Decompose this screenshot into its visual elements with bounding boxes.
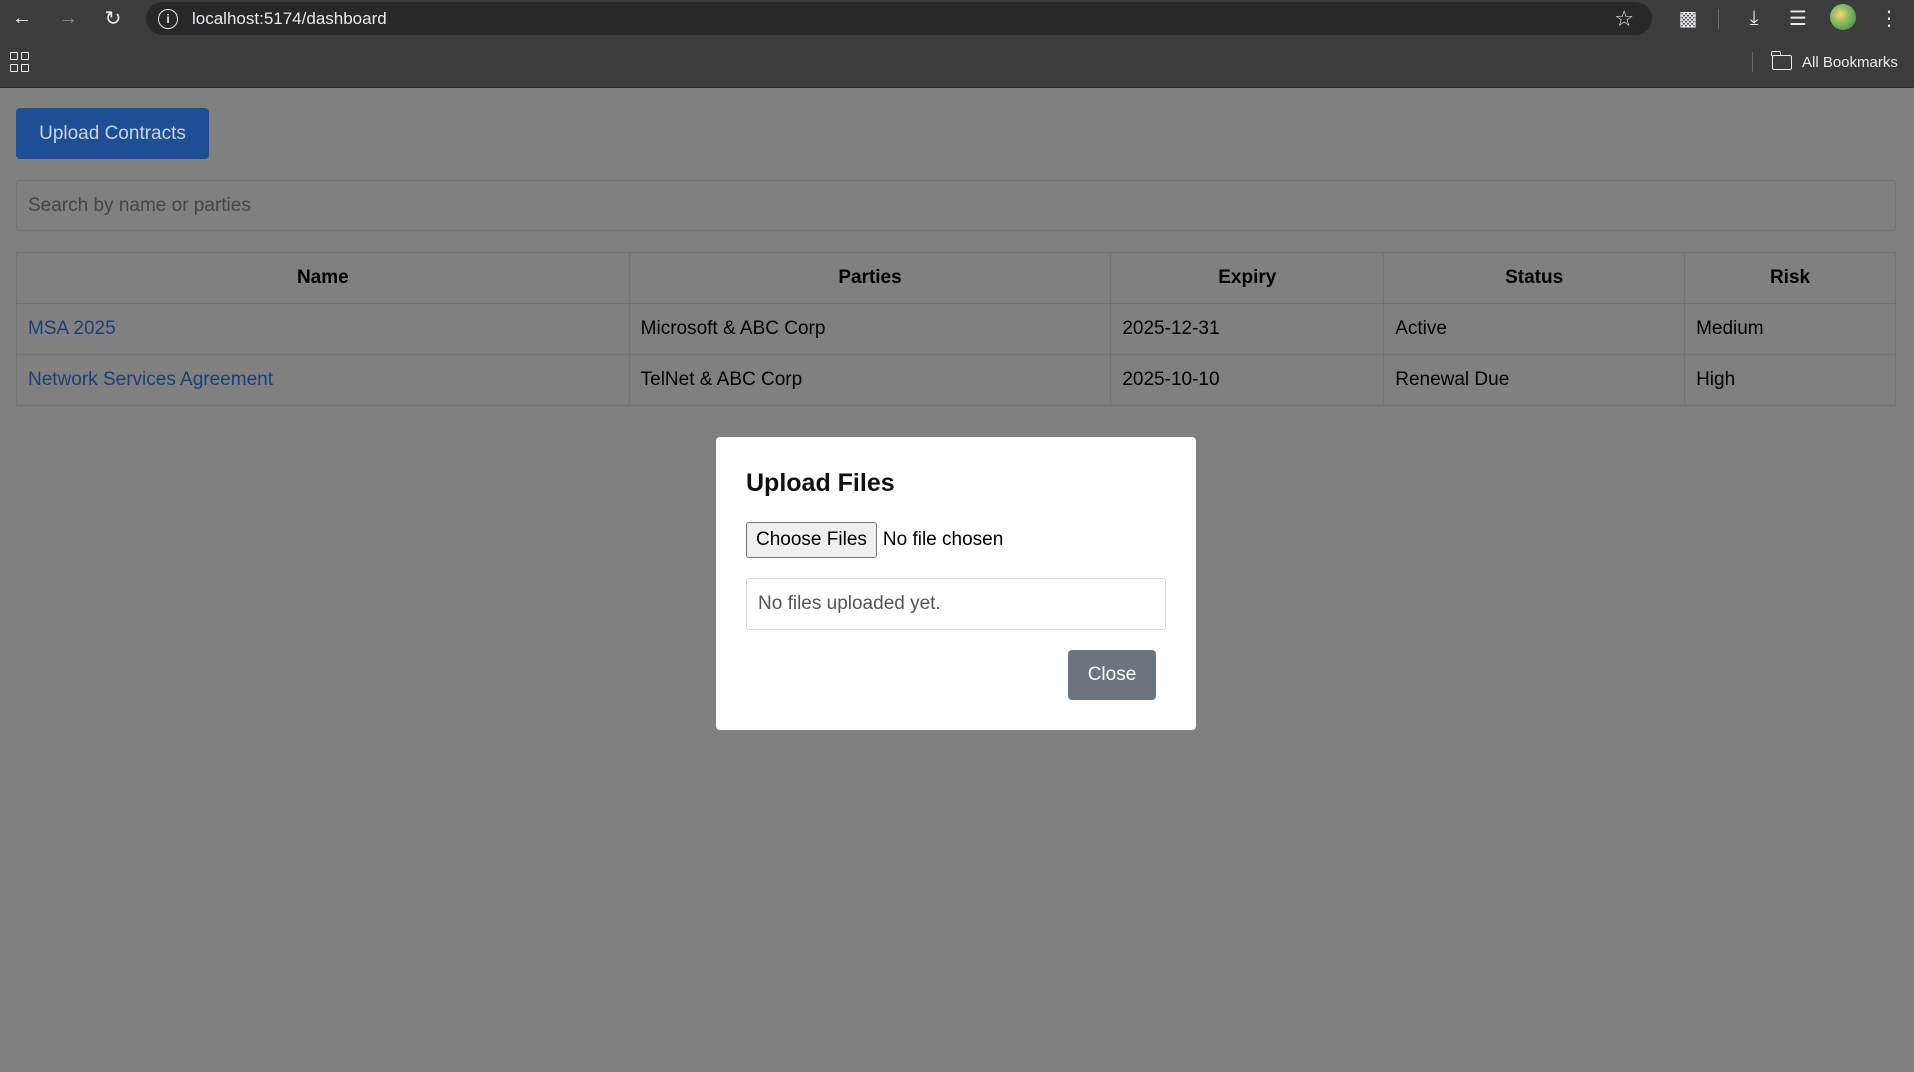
address-bar[interactable]: i localhost:5174/dashboard ☆	[146, 2, 1652, 35]
table-row: Network Services Agreement TelNet & ABC …	[16, 354, 1896, 406]
bookmark-star-icon[interactable]: ☆	[1614, 6, 1634, 32]
cell-name: Network Services Agreement	[16, 354, 630, 406]
column-header-expiry: Expiry	[1110, 252, 1385, 304]
menu-icon[interactable]: ⋮	[1869, 0, 1909, 36]
table-row: MSA 2025 Microsoft & ABC Corp 2025-12-31…	[16, 303, 1896, 355]
reload-icon[interactable]: ↻	[91, 0, 135, 36]
download-icon[interactable]: ⤓	[1734, 0, 1774, 36]
browser-toolbar: ← → ↻ i localhost:5174/dashboard ☆ ▩ ⤓ ☰…	[0, 0, 1914, 36]
column-header-parties: Parties	[628, 252, 1112, 304]
url-text[interactable]: localhost:5174/dashboard	[192, 9, 387, 29]
bookmarks-bar: All Bookmarks	[0, 36, 1914, 88]
cell-status: Active	[1383, 303, 1686, 355]
all-bookmarks-button[interactable]: All Bookmarks	[1771, 50, 1898, 74]
cell-expiry: 2025-12-31	[1110, 303, 1385, 355]
file-status-text: No file chosen	[882, 529, 1004, 550]
modal-title: Upload Files	[746, 469, 895, 497]
cell-expiry: 2025-10-10	[1110, 354, 1385, 406]
upload-files-modal: Upload Files Choose Files No file chosen…	[716, 437, 1196, 730]
cell-parties: Microsoft & ABC Corp	[628, 303, 1112, 355]
close-button[interactable]: Close	[1068, 650, 1156, 700]
folder-icon	[1771, 50, 1792, 70]
contract-link[interactable]: MSA 2025	[28, 318, 116, 339]
column-header-name: Name	[16, 252, 630, 304]
cell-status: Renewal Due	[1383, 354, 1686, 406]
back-icon[interactable]: ←	[0, 0, 44, 36]
search-input[interactable]: Search by name or parties	[16, 180, 1896, 231]
profile-avatar[interactable]	[1830, 4, 1856, 30]
apps-icon[interactable]	[10, 52, 30, 72]
column-header-risk: Risk	[1684, 252, 1896, 304]
cell-risk: Medium	[1684, 303, 1896, 355]
cell-parties: TelNet & ABC Corp	[628, 354, 1112, 406]
forward-icon[interactable]: →	[46, 0, 90, 36]
uploaded-files-list: No files uploaded yet.	[746, 578, 1166, 630]
extensions-icon[interactable]: ▩	[1668, 0, 1708, 36]
site-info-icon[interactable]: i	[158, 8, 178, 29]
cell-name: MSA 2025	[16, 303, 630, 355]
media-controls-icon[interactable]: ☰	[1778, 0, 1818, 36]
toolbar-divider	[1718, 9, 1719, 29]
file-input[interactable]: Choose Files No file chosen	[746, 522, 1003, 558]
cell-risk: High	[1684, 354, 1896, 406]
contract-link[interactable]: Network Services Agreement	[28, 369, 273, 390]
table-header-row: Name Parties Expiry Status Risk	[16, 252, 1896, 304]
bookmarks-divider	[1752, 52, 1753, 72]
upload-contracts-button[interactable]: Upload Contracts	[16, 108, 209, 159]
column-header-status: Status	[1383, 252, 1686, 304]
all-bookmarks-label: All Bookmarks	[1802, 53, 1898, 71]
choose-files-button[interactable]: Choose Files	[746, 522, 877, 558]
contracts-table: Name Parties Expiry Status Risk MSA 2025…	[16, 252, 1896, 406]
